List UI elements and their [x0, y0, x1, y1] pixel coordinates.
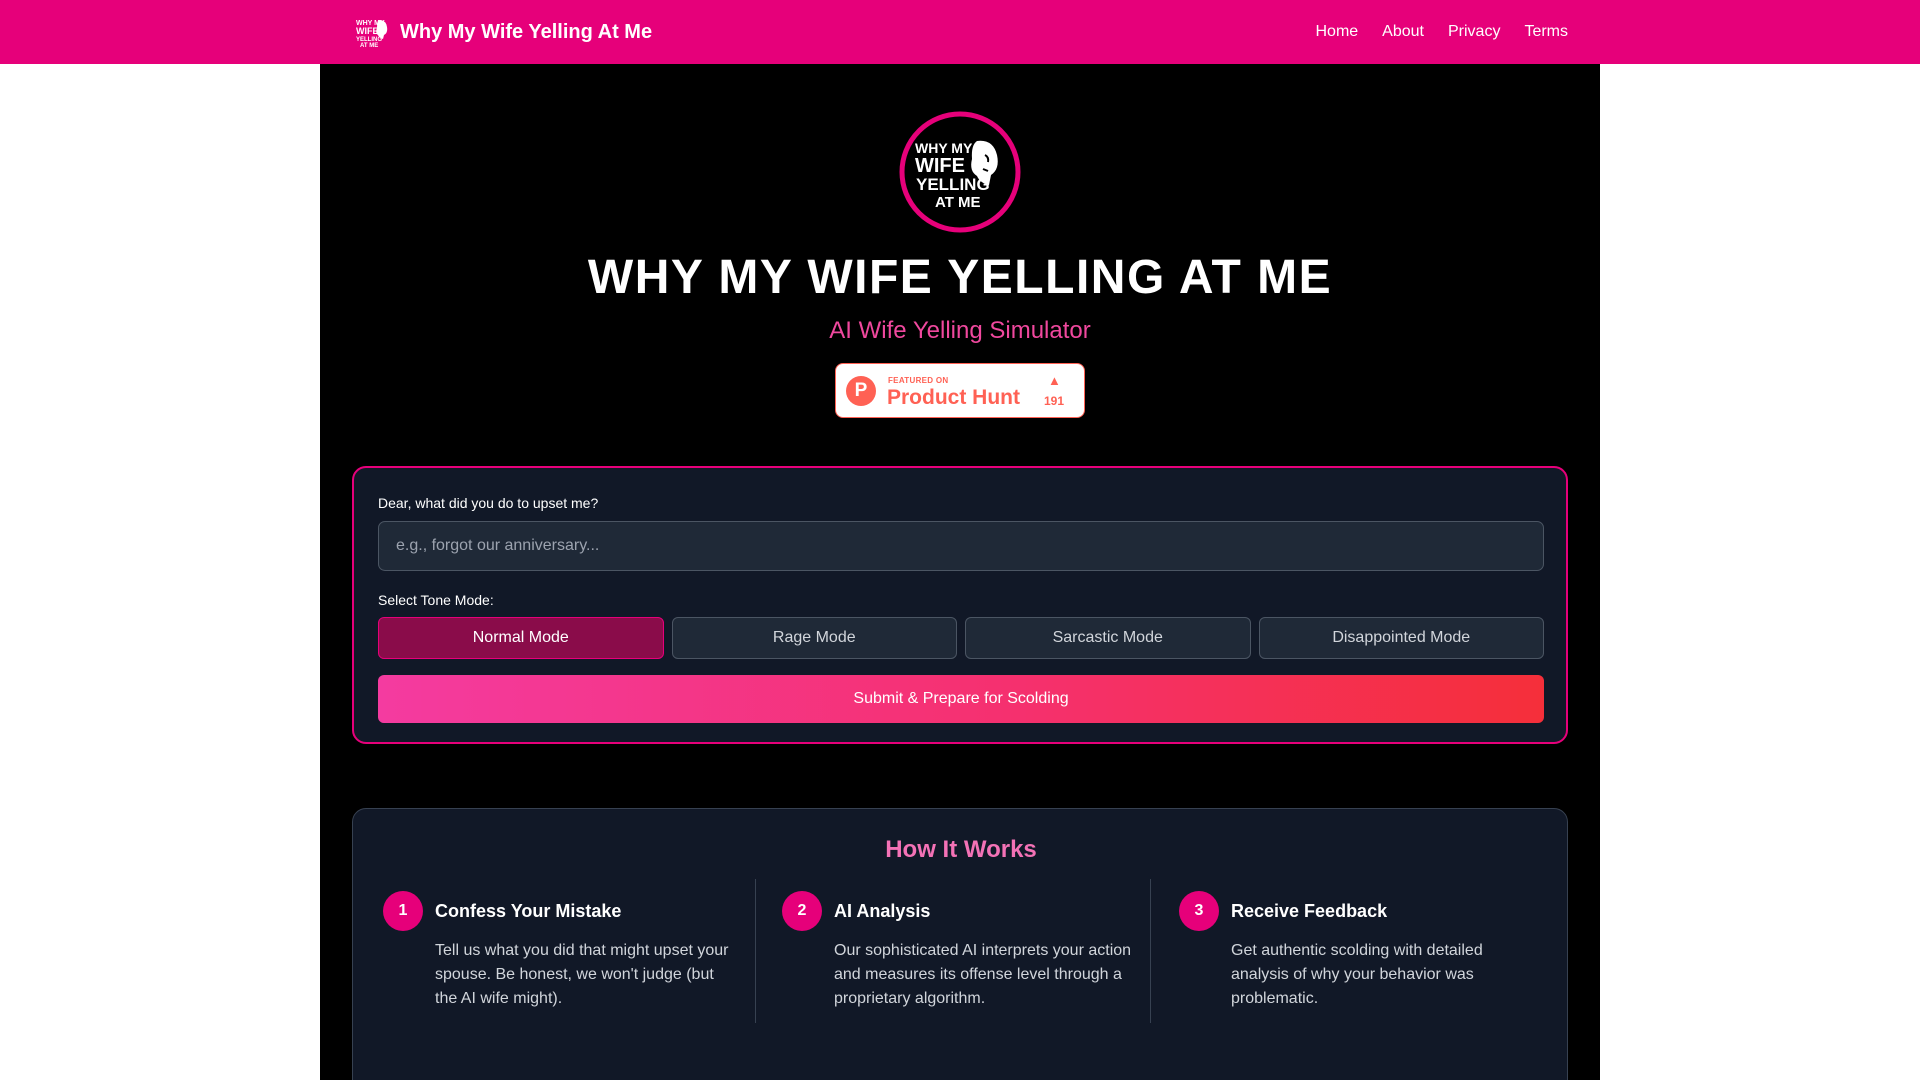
- how-it-works-title: How It Works: [885, 836, 1037, 863]
- product-hunt-name: Product Hunt: [887, 386, 1020, 409]
- question-label: Dear, what did you do to upset me?: [378, 495, 599, 511]
- tone-normal-button[interactable]: Normal Mode: [378, 617, 664, 659]
- step-description: Tell us what you did that might upset yo…: [435, 942, 729, 1007]
- confession-form: Dear, what did you do to upset me? Selec…: [352, 466, 1568, 744]
- hero-logo-text-1: WHY MY: [915, 140, 973, 156]
- svg-text:WIFE: WIFE: [356, 26, 379, 36]
- step-number-badge: 3: [1179, 891, 1219, 931]
- svg-text:AT ME: AT ME: [360, 43, 378, 49]
- tone-mode-selector: Normal Mode Rage Mode Sarcastic Mode Dis…: [378, 617, 1544, 659]
- step-description: Our sophisticated AI interprets your act…: [834, 942, 1132, 1007]
- tone-sarcastic-button[interactable]: Sarcastic Mode: [965, 617, 1251, 659]
- submit-button[interactable]: Submit & Prepare for Scolding: [378, 675, 1544, 723]
- main-nav: Home About Privacy Terms: [1315, 0, 1568, 64]
- step-title: AI Analysis: [834, 901, 931, 921]
- hero-logo: WHY MY WIFE YELLING AT ME: [899, 111, 1021, 233]
- triangle-up-icon: ▲: [1048, 373, 1061, 388]
- top-navbar: WHY MY WIFE YELLING AT ME Why My Wife Ye…: [0, 0, 1920, 64]
- step-number-badge: 1: [383, 891, 423, 931]
- tone-disappointed-button[interactable]: Disappointed Mode: [1258, 617, 1544, 659]
- mistake-input[interactable]: [378, 521, 1544, 571]
- product-hunt-featured-label: FEATURED ON: [888, 376, 949, 385]
- step-description: Get authentic scolding with detailed ana…: [1231, 942, 1483, 1007]
- nav-link-terms[interactable]: Terms: [1524, 23, 1568, 41]
- step-1: 1 Confess Your Mistake Tell us what you …: [383, 879, 729, 1023]
- nav-link-privacy[interactable]: Privacy: [1448, 23, 1500, 41]
- how-it-works-section: How It Works 1 Confess Your Mistake Tell…: [352, 808, 1568, 1080]
- site-name: Why My Wife Yelling At Me: [400, 20, 653, 43]
- step-2: 2 AI Analysis Our sophisticated AI inter…: [755, 879, 1150, 1023]
- nav-link-about[interactable]: About: [1382, 23, 1424, 41]
- hero-logo-text-2: WIFE: [915, 155, 965, 177]
- step-3: 3 Receive Feedback Get authentic scoldin…: [1150, 879, 1540, 1023]
- step-title: Confess Your Mistake: [435, 901, 622, 921]
- hero-logo-text-3: YELLING: [916, 175, 990, 194]
- upvote-count: 191: [1043, 394, 1065, 408]
- step-title: Receive Feedback: [1231, 901, 1388, 921]
- hero-logo-text-4: AT ME: [935, 194, 981, 211]
- page-subtitle: AI Wife Yelling Simulator: [829, 317, 1091, 344]
- wife-yelling-logo-icon: WHY MY WIFE YELLING AT ME: [356, 20, 388, 49]
- product-hunt-badge[interactable]: P FEATURED ON Product Hunt ▲ 191: [835, 363, 1085, 418]
- tone-mode-label: Select Tone Mode:: [378, 592, 494, 608]
- nav-link-home[interactable]: Home: [1315, 23, 1358, 41]
- product-hunt-logo-icon: P: [846, 376, 876, 406]
- brand-home-link[interactable]: WHY MY WIFE YELLING AT ME Why My Wife Ye…: [354, 14, 652, 50]
- step-number-badge: 2: [782, 891, 822, 931]
- main-content: WHY MY WIFE YELLING AT ME WHY MY WIFE YE…: [320, 64, 1600, 1080]
- tone-rage-button[interactable]: Rage Mode: [671, 617, 957, 659]
- page-title: WHY MY WIFE YELLING AT ME: [587, 251, 1333, 304]
